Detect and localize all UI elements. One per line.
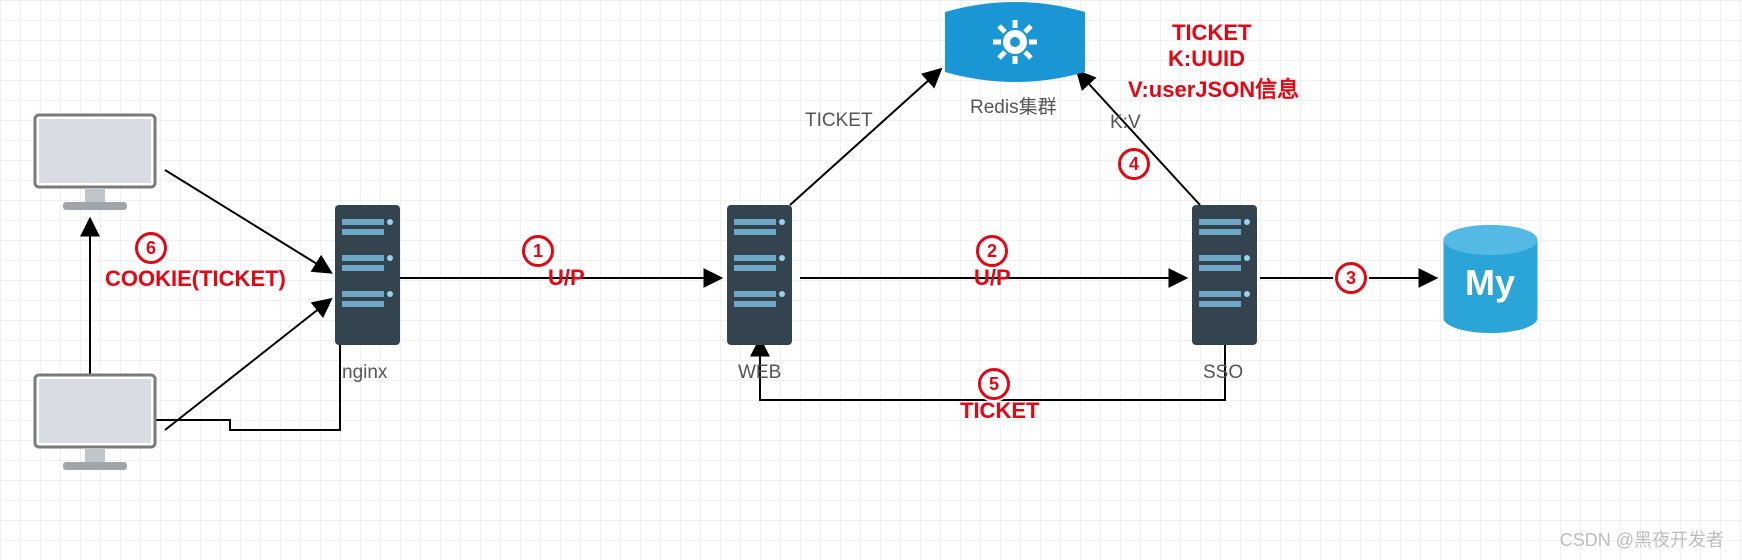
ticket-redis-label: TICKET <box>805 110 873 132</box>
sso-server-icon <box>1187 205 1262 360</box>
edge-1-label: U/P <box>548 265 585 291</box>
edge-4-label: K:V <box>1110 112 1141 134</box>
nginx-server-icon <box>330 205 405 360</box>
edge-5-label: TICKET <box>960 398 1039 424</box>
sso-label: SSO <box>1203 362 1243 384</box>
web-server-icon <box>722 205 797 360</box>
client-top-icon <box>25 110 165 225</box>
redis-cluster-icon <box>940 0 1090 95</box>
badge-6: 6 <box>135 232 167 264</box>
badge-3: 3 <box>1335 262 1367 294</box>
edge-6-label: COOKIE(TICKET) <box>105 266 286 292</box>
redis-info-3: V:userJSON信息 <box>1128 72 1299 104</box>
badge-2: 2 <box>976 235 1008 267</box>
redis-info-1: TICKET <box>1172 20 1251 46</box>
web-label: WEB <box>738 362 781 384</box>
nginx-label: nginx <box>342 362 387 384</box>
redis-info-2: K:UUID <box>1168 46 1245 72</box>
watermark: CSDN @黑夜开发者 <box>1560 526 1724 552</box>
mysql-db-icon: My <box>1438 225 1543 340</box>
redis-label: Redis集群 <box>970 92 1057 119</box>
badge-1: 1 <box>522 235 554 267</box>
client-bottom-icon <box>25 370 165 485</box>
mysql-text: My <box>1465 262 1515 303</box>
badge-5: 5 <box>978 368 1010 400</box>
badge-4: 4 <box>1118 148 1150 180</box>
edge-2-label: U/P <box>974 265 1011 291</box>
